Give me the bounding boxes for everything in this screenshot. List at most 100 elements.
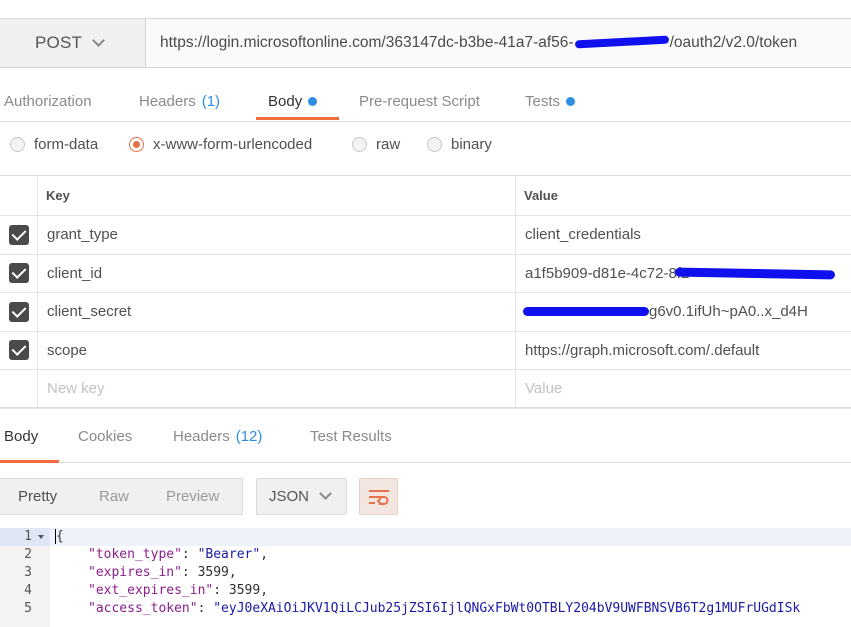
method-select[interactable]: POST [0, 19, 146, 67]
tab-response-headers[interactable]: Headers (12) [173, 408, 262, 464]
radio-binary[interactable]: binary [427, 136, 492, 153]
format-preview-button[interactable]: Preview [166, 488, 219, 505]
table-header-row: Key Value [0, 176, 851, 216]
tab-label: Headers [139, 92, 196, 110]
code-line: 3 "expires_in": 3599, [0, 564, 851, 582]
code-line: 5 "access_token": "eyJ0eXAiOiJKV1QiLCJub… [0, 600, 851, 618]
code-line-partial [0, 618, 851, 627]
comma: , [260, 583, 269, 598]
url-input[interactable]: https://login.microsoftonline.com/363147… [160, 19, 851, 67]
response-format-bar: Pretty Raw Preview JSON [0, 476, 851, 516]
comma: , [260, 547, 269, 562]
json-key: "access_token" [88, 601, 198, 616]
comma: , [228, 565, 237, 580]
header-check-cell [0, 176, 38, 215]
format-mode-group: Pretty Raw Preview [0, 478, 243, 515]
tab-body[interactable]: Body [268, 80, 318, 122]
url-prefix: https://login.microsoftonline.com/363147… [160, 34, 574, 51]
checkbox-checked-icon[interactable] [8, 263, 29, 284]
language-label: JSON [269, 488, 310, 505]
fold-arrow-icon[interactable] [38, 535, 44, 539]
checkbox-checked-icon[interactable] [8, 340, 29, 361]
param-key[interactable]: client_id [38, 254, 516, 292]
radio-raw[interactable]: raw [352, 136, 400, 153]
code-line: 4 "ext_expires_in": 3599, [0, 582, 851, 600]
row-checkbox-cell[interactable] [0, 331, 38, 369]
redaction-mark [523, 307, 649, 317]
line-number: 3 [0, 564, 50, 582]
row-checkbox-cell[interactable] [0, 254, 38, 292]
tab-label: Headers [173, 427, 230, 445]
active-response-tab-underline [0, 460, 59, 463]
request-bar: POST https://login.microsoftonline.com/3… [0, 18, 851, 68]
params-table: Key Value grant_type client_credentials … [0, 176, 851, 409]
response-tabs: Body Cookies Headers (12) Test Results [0, 407, 851, 463]
tab-pre-request-script[interactable]: Pre-request Script [359, 80, 480, 122]
radio-label: raw [376, 136, 401, 153]
row-checkbox-cell[interactable] [0, 293, 38, 331]
radio-label: x-www-form-urlencoded [153, 136, 313, 153]
line-text: "expires_in": 3599, [88, 565, 237, 580]
checkbox-checked-icon[interactable] [8, 224, 29, 245]
param-value: a1f5b909-d81e-4c72-8f2 [525, 264, 690, 282]
json-key: "ext_expires_in" [88, 583, 214, 598]
tab-authorization[interactable]: Authorization [4, 80, 92, 122]
tab-label: Body [4, 427, 39, 445]
radio-x-www-form-urlencoded[interactable]: x-www-form-urlencoded [129, 136, 312, 153]
radio-icon [352, 137, 367, 152]
wrap-lines-button[interactable] [359, 478, 398, 515]
headers-count: (1) [201, 92, 221, 110]
json-string: "Bearer" [197, 547, 261, 562]
tab-cookies[interactable]: Cookies [78, 408, 132, 464]
language-select[interactable]: JSON [256, 478, 347, 515]
line-text: { [54, 528, 64, 546]
param-key[interactable]: scope [38, 331, 516, 369]
table-row: client_id a1f5b909-d81e-4c72-8f2 [0, 254, 851, 293]
format-pretty-button[interactable]: Pretty [18, 488, 57, 505]
active-tab-underline [256, 117, 339, 120]
row-checkbox-cell [0, 370, 38, 408]
tests-dot-icon [566, 96, 576, 106]
line-number: 2 [0, 546, 50, 564]
param-value[interactable]: client_credentials [516, 216, 851, 254]
param-value[interactable]: https://graph.microsoft.com/.default [516, 332, 851, 370]
response-code-view[interactable]: 1 { 2 "token_type": "Bearer", 3 "expires… [0, 528, 851, 627]
radio-selected-icon [129, 137, 144, 152]
line-text: "token_type": "Bearer", [88, 547, 269, 562]
header-key: Key [38, 176, 516, 215]
json-number: 3599 [197, 565, 229, 580]
tab-tests[interactable]: Tests [525, 80, 576, 122]
request-tabs: Authorization Headers (1) Body Pre-reque… [0, 80, 851, 122]
param-value-cell[interactable]: a1f5b909-d81e-4c72-8f2 [516, 255, 851, 293]
new-value-input[interactable]: Value [516, 370, 851, 408]
param-key[interactable]: grant_type [38, 216, 516, 254]
row-checkbox-cell[interactable] [0, 216, 38, 254]
code-line: 2 "token_type": "Bearer", [0, 546, 851, 564]
tab-headers[interactable]: Headers (1) [139, 80, 220, 122]
line-text: "access_token": "eyJ0eXAiOiJKV1QiLCJub25… [88, 601, 801, 616]
tab-response-body[interactable]: Body [4, 408, 38, 464]
tab-label: Authorization [4, 92, 92, 110]
table-row: client_secret g6v0.1ifUh~pA0..x_d4H [0, 293, 851, 332]
tab-test-results[interactable]: Test Results [310, 408, 392, 464]
table-row: grant_type client_credentials [0, 216, 851, 255]
tab-label: Cookies [78, 427, 133, 445]
redaction-mark [574, 35, 669, 49]
format-raw-button[interactable]: Raw [99, 488, 129, 505]
brace: { [56, 529, 64, 544]
url-suffix: /oauth2/v2.0/token [669, 34, 798, 51]
body-dot-icon [308, 96, 318, 106]
table-row-new: New key Value [0, 370, 851, 409]
param-key[interactable]: client_secret [38, 293, 516, 331]
new-key-input[interactable]: New key [38, 370, 516, 408]
json-number: 3599 [228, 583, 261, 598]
radio-label: binary [451, 136, 492, 153]
table-row: scope https://graph.microsoft.com/.defau… [0, 331, 851, 370]
method-label: POST [35, 33, 83, 52]
wrap-lines-icon [368, 489, 389, 505]
code-line: 1 { [0, 528, 851, 546]
tab-label: Pre-request Script [359, 92, 480, 110]
checkbox-checked-icon[interactable] [8, 301, 29, 322]
radio-form-data[interactable]: form-data [10, 136, 98, 153]
param-value-cell[interactable]: g6v0.1ifUh~pA0..x_d4H [516, 293, 851, 331]
